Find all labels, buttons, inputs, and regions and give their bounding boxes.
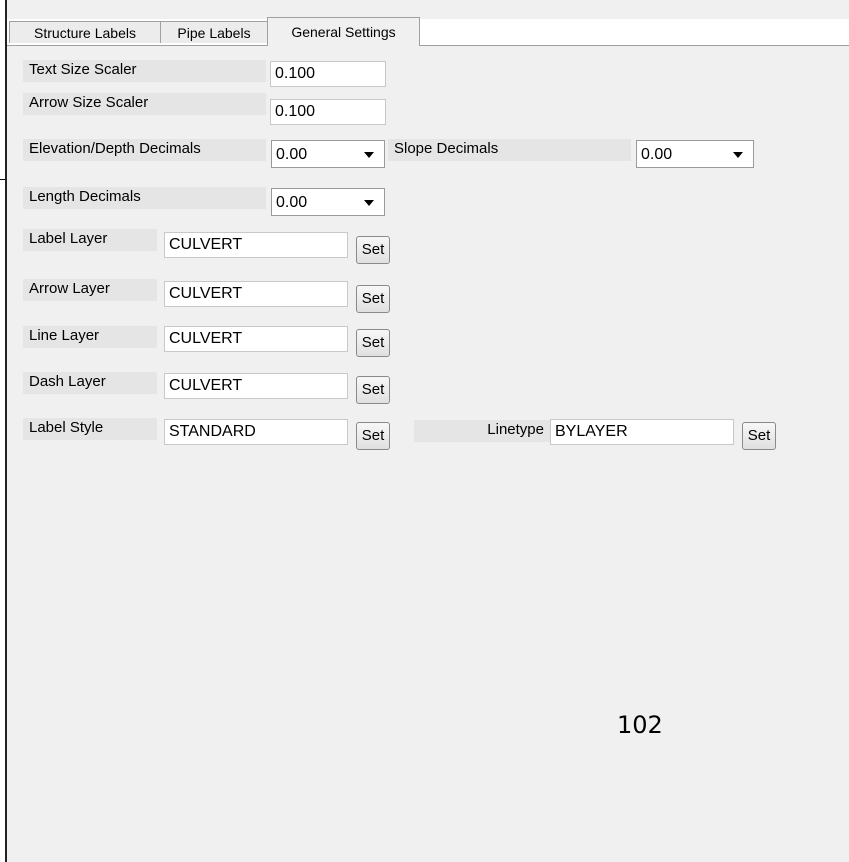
text-size-scaler-label: Text Size Scaler	[23, 60, 266, 82]
dash-layer-input[interactable]: CULVERT	[164, 373, 348, 399]
slope-decimals-label: Slope Decimals	[388, 139, 631, 161]
page-number: 102	[617, 711, 663, 739]
elevation-depth-decimals-label: Elevation/Depth Decimals	[23, 139, 266, 161]
line-layer-label: Line Layer	[23, 326, 157, 348]
slope-decimals-value: 0.00	[641, 146, 673, 163]
label-style-label: Label Style	[23, 418, 157, 440]
arrow-layer-set-button[interactable]: Set	[356, 285, 390, 313]
dash-layer-set-button[interactable]: Set	[356, 376, 390, 404]
elevation-depth-decimals-value: 0.00	[276, 146, 308, 163]
label-layer-input[interactable]: CULVERT	[164, 232, 348, 258]
arrow-layer-input[interactable]: CULVERT	[164, 281, 348, 307]
linetype-set-button[interactable]: Set	[742, 422, 776, 450]
label-layer-set-button[interactable]: Set	[356, 236, 390, 264]
dash-layer-label: Dash Layer	[23, 372, 157, 394]
text-size-scaler-input[interactable]: 0.100	[270, 61, 386, 87]
settings-dialog: Structure Labels Pipe Labels General Set…	[5, 0, 849, 862]
slope-decimals-select[interactable]: 0.00	[636, 140, 754, 168]
label-style-set-button[interactable]: Set	[356, 422, 390, 450]
general-settings-panel: Text Size Scaler 0.100 Arrow Size Scaler…	[7, 46, 849, 862]
tab-general-settings[interactable]: General Settings	[267, 17, 420, 46]
tab-structure-labels[interactable]: Structure Labels	[9, 21, 161, 43]
arrow-size-scaler-label: Arrow Size Scaler	[23, 93, 266, 115]
chevron-down-icon	[733, 152, 743, 158]
length-decimals-label: Length Decimals	[23, 187, 266, 209]
linetype-input[interactable]: BYLAYER	[550, 419, 734, 445]
arrow-size-scaler-input[interactable]: 0.100	[270, 99, 386, 125]
label-layer-label: Label Layer	[23, 229, 157, 251]
tab-pipe-labels[interactable]: Pipe Labels	[160, 21, 268, 43]
linetype-label: Linetype	[414, 420, 550, 442]
length-decimals-select[interactable]: 0.00	[271, 188, 385, 216]
chevron-down-icon	[364, 152, 374, 158]
line-layer-set-button[interactable]: Set	[356, 329, 390, 357]
chevron-down-icon	[364, 200, 374, 206]
label-style-input[interactable]: STANDARD	[164, 419, 348, 445]
line-layer-input[interactable]: CULVERT	[164, 326, 348, 352]
length-decimals-value: 0.00	[276, 194, 308, 211]
arrow-layer-label: Arrow Layer	[23, 279, 157, 301]
elevation-depth-decimals-select[interactable]: 0.00	[271, 140, 385, 168]
